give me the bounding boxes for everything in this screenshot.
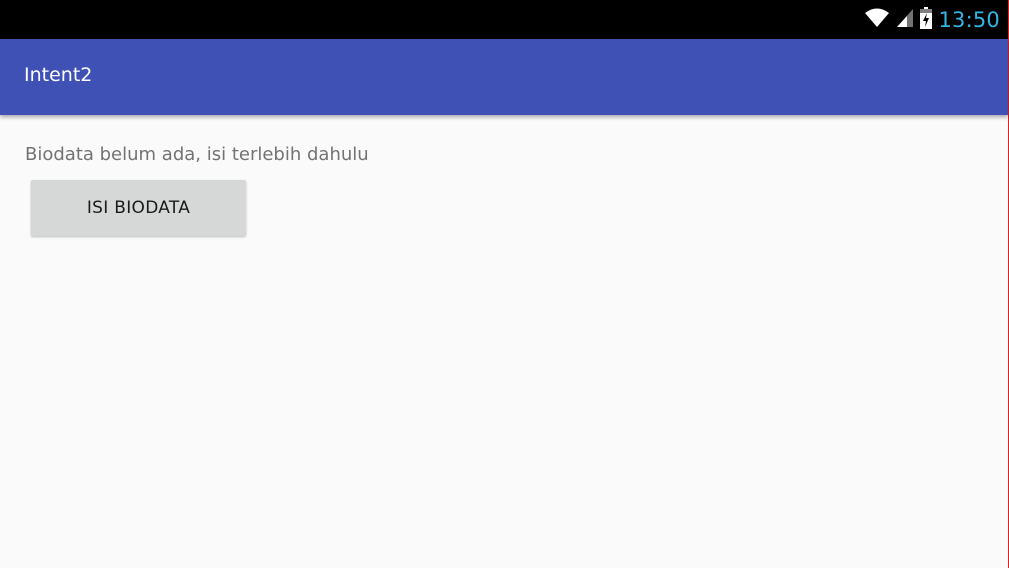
app-bar: Intent2 (0, 39, 1008, 115)
battery-charging-icon (920, 6, 933, 33)
fill-biodata-button[interactable]: ISI BIODATA (31, 180, 246, 236)
signal-icon (896, 8, 914, 32)
app-screen: 13:50 Intent2 Biodata belum ada, isi ter… (0, 0, 1009, 568)
status-time: 13:50 (938, 7, 1000, 32)
wifi-icon (864, 8, 890, 32)
biodata-status-text: Biodata belum ada, isi terlebih dahulu (25, 144, 369, 165)
status-bar: 13:50 (0, 0, 1008, 39)
app-title: Intent2 (24, 64, 93, 86)
main-content: Biodata belum ada, isi terlebih dahulu I… (0, 115, 1008, 568)
status-icons: 13:50 (864, 0, 1000, 39)
